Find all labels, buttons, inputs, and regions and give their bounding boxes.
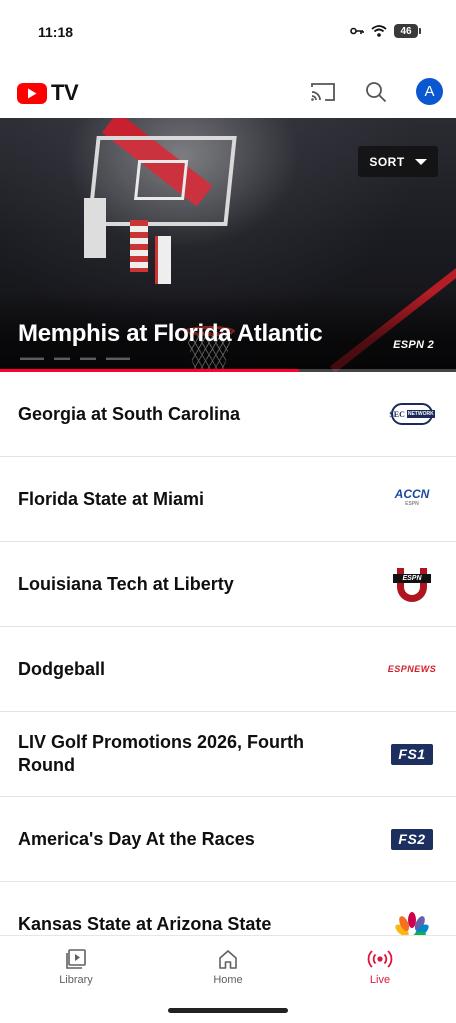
live-icon [367,950,393,968]
program-title: Louisiana Tech at Liberty [18,573,234,594]
search-button[interactable] [362,78,390,106]
vpn-key-icon [350,27,364,35]
caret-down-icon [414,158,427,165]
home-indicator[interactable] [168,1008,288,1013]
hero-image-banner [84,198,106,258]
program-title: Georgia at South Carolina [18,403,241,424]
live-channel-list: Georgia at South Carolina SEC NETWORK Fl… [0,372,456,967]
sort-button[interactable]: SORT [358,146,438,177]
hero-image-flag [130,220,148,272]
accn-logo: ACCN ESPN [394,487,430,507]
wifi-icon [371,25,387,37]
program-title: Florida State at Miami [18,488,205,509]
sort-label: SORT [369,154,405,169]
cast-button[interactable] [309,78,337,106]
channel-row[interactable]: America's Day At the Races FS2 [0,797,456,882]
youtube-play-icon [17,82,47,104]
hero-network-logo: ESPN 2 [393,339,434,351]
channel-row[interactable]: Dodgeball ESPNEWS [0,627,456,712]
status-icons: 46 [350,24,421,38]
battery-indicator: 46 [394,24,421,38]
espnu-logo: ESPN [390,566,434,602]
program-title: America's Day At the Races [18,828,255,849]
hero-image-flag [155,236,171,284]
nav-label: Live [369,974,391,986]
bottom-navigation: Library Home Live [0,935,456,1023]
fs2-logo: FS2 [390,821,434,857]
status-time: 11:18 [38,24,74,40]
nav-label: Library [59,974,93,986]
hero-score-ticker: ▬▬▬ ▬▬ ▬▬ ▬▬▬ [20,352,130,362]
channel-row[interactable]: Florida State at Miami ACCN ESPN [0,457,456,542]
channel-row[interactable]: Louisiana Tech at Liberty ESPN [0,542,456,627]
featured-hero[interactable]: ▬▬▬ ▬▬ ▬▬ ▬▬▬ SORT Memphis at Florida Atlan… [0,118,456,372]
program-title: Dodgeball [18,658,106,679]
nav-live[interactable]: Live [330,948,430,986]
program-title: Kansas State at Arizona State [18,913,272,934]
search-icon [366,82,387,103]
cast-icon [311,83,335,101]
logo-text: TV [51,80,79,105]
nav-label: Home [213,974,243,986]
account-avatar[interactable]: A [416,78,443,105]
hero-image-backboard [87,136,237,226]
channel-row[interactable]: LIV Golf Promotions 2026, Fourth Round F… [0,712,456,797]
nav-home[interactable]: Home [178,948,278,986]
hero-title: Memphis at Florida Atlantic [18,320,323,347]
nav-library[interactable]: Library [26,948,126,986]
fs1-logo: FS1 [390,736,434,772]
channel-row[interactable]: Georgia at South Carolina SEC NETWORK [0,372,456,457]
program-title: LIV Golf Promotions 2026, Fourth Round [18,732,305,775]
espnews-logo: ESPNEWS [387,664,437,674]
status-bar: 11:18 46 [0,0,456,64]
home-icon [219,950,237,969]
sec-network-logo: SEC NETWORK [389,396,435,432]
library-icon [66,949,86,969]
app-header: TV A [0,64,456,118]
youtube-tv-logo[interactable]: TV [17,80,79,106]
